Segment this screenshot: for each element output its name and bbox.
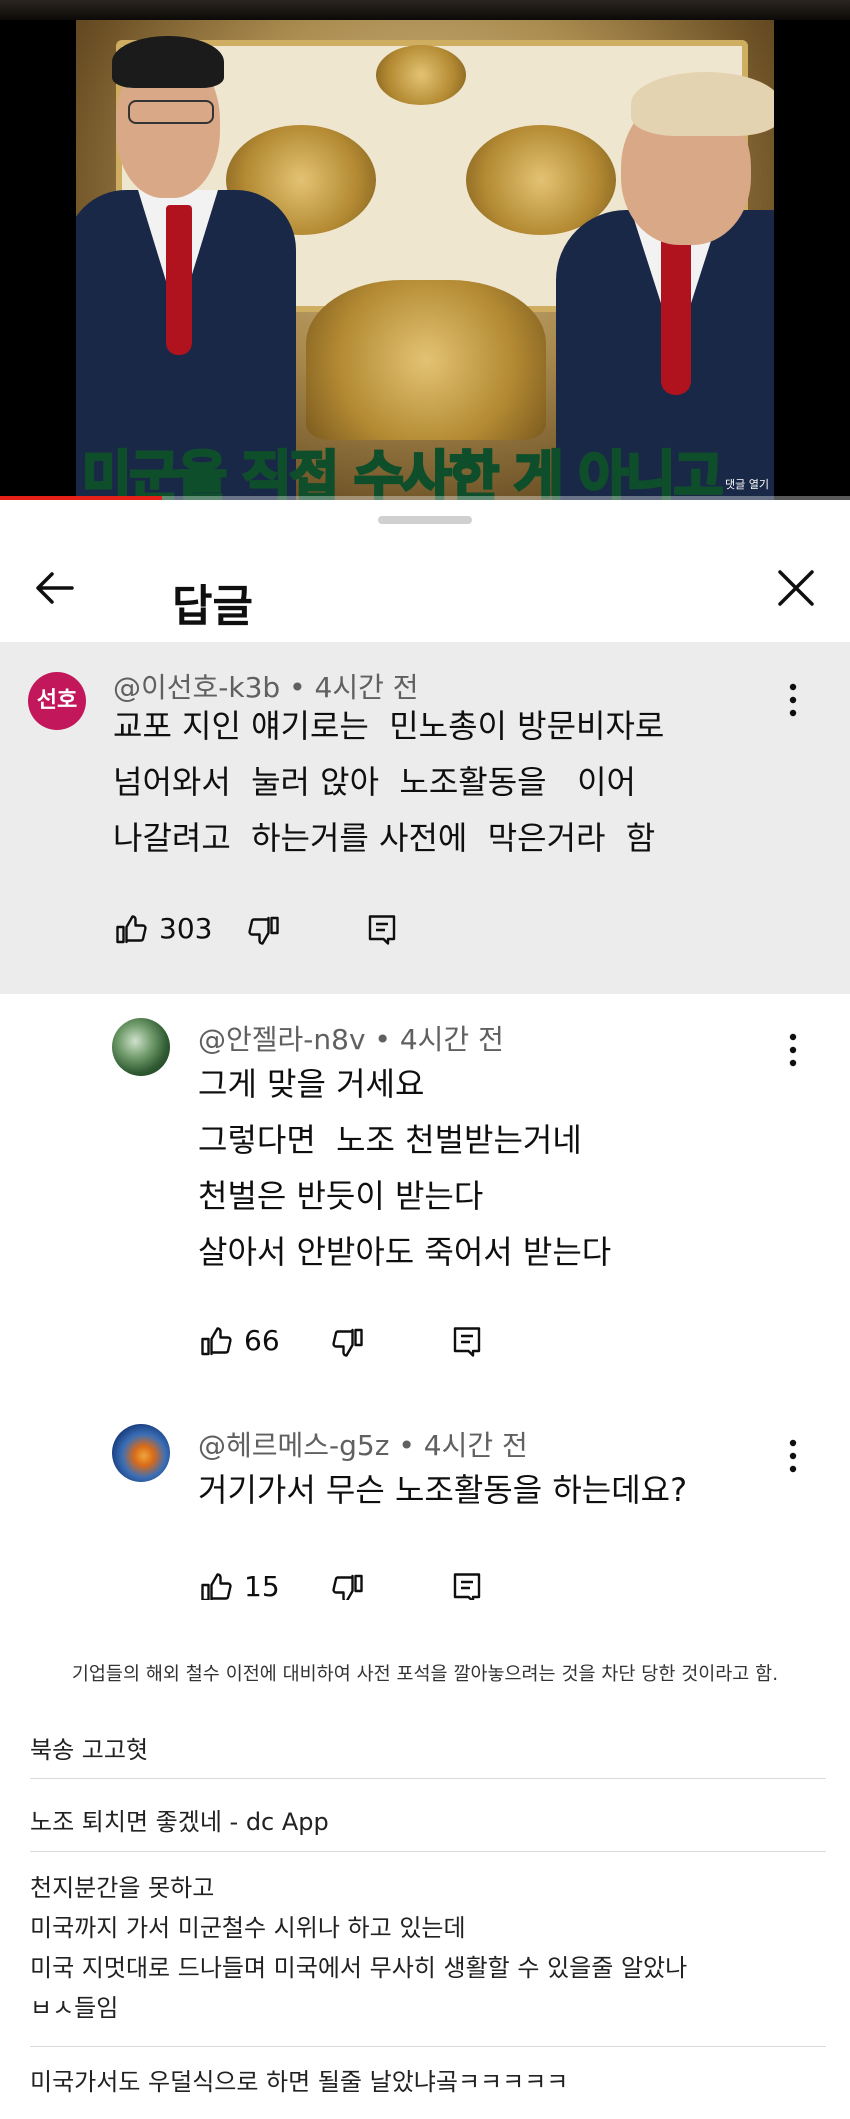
dc-comment-line: 천지분간을 못하고 — [30, 1874, 215, 1902]
left-person-hair — [112, 36, 224, 88]
dislike-button[interactable] — [246, 912, 282, 952]
reply-button[interactable] — [364, 912, 400, 952]
arrow-left-icon — [36, 572, 74, 604]
comment-author[interactable]: @헤르메스-g5z — [198, 1429, 389, 1462]
drag-handle[interactable] — [378, 516, 472, 524]
dc-comment-line: 노조 퇴치면 좋겠네 - dc App — [30, 1808, 329, 1836]
comment-meta: @헤르메스-g5z • 4시간 전 — [198, 1424, 528, 1464]
dc-comment-line: 미국까지 가서 미군철수 시위나 하고 있는데 — [30, 1914, 466, 1942]
comment-line: 살아서 안받아도 죽어서 받는다 — [198, 1233, 612, 1271]
comment-text: 거기가서 무슨 노조활동을 하는데요? — [198, 1462, 687, 1518]
right-person-tie — [661, 225, 691, 395]
reply-icon — [368, 915, 396, 945]
video-frame — [76, 20, 774, 500]
dislike-button[interactable] — [330, 1324, 366, 1364]
sheet-title: 답글 — [172, 581, 253, 632]
reply-icon — [453, 1573, 481, 1600]
reply-button[interactable] — [449, 1570, 485, 1600]
dc-comment-line: 미국가서도 우덜식으로 하면 될줄 날았냐곸ㅋㅋㅋㅋㅋ — [30, 2068, 569, 2096]
back-button[interactable] — [28, 560, 84, 616]
reply-icon — [453, 1327, 481, 1357]
like-count: 15 — [244, 1570, 280, 1600]
comment-time: 4시간 전 — [423, 1429, 528, 1462]
video-subtitle: 미군을 직접 수사한 게 아니고 — [81, 444, 725, 501]
reply-comment: @안젤라-n8v • 4시간 전 그게 맞을 거세요 그렇다면 노조 천벌받는거… — [0, 994, 850, 1400]
thumb-up-icon — [116, 915, 147, 944]
kebab-menu-icon — [789, 1033, 797, 1067]
comment-line: 나갈려고 하는거를 사전에 막은거라 함 — [113, 819, 656, 857]
more-options-button[interactable] — [778, 1028, 808, 1072]
reply-button[interactable] — [449, 1324, 485, 1364]
comment-text: 그게 맞을 거세요 그렇다면 노조 천벌받는거네 천벌은 반듯이 받는다 살아서… — [198, 1056, 611, 1280]
kebab-menu-icon — [789, 683, 797, 717]
comment-line: 그게 맞을 거세요 — [198, 1065, 425, 1103]
post-caption: 기업들의 해외 철수 이전에 대비하여 사전 포석을 깔아놓으려는 것을 차단 … — [71, 1664, 779, 1685]
meta-separator: • — [365, 1023, 400, 1056]
right-person-hair — [631, 72, 774, 136]
avatar[interactable] — [112, 1018, 170, 1076]
avatar[interactable] — [112, 1424, 170, 1482]
comment-line: 그렇다면 노조 천벌받는거네 — [198, 1121, 582, 1159]
list-item: 미국가서도 우덜식으로 하면 될줄 날았냐곸ㅋㅋㅋㅋㅋ — [30, 2062, 826, 2114]
left-person-tie — [166, 205, 192, 355]
thumb-up-icon — [201, 1573, 232, 1600]
glasses-icon — [128, 100, 214, 124]
comment-text: 교포 지인 얘기로는 민노총이 방문비자로 넘어와서 눌러 앉아 노조활동을 이… — [113, 698, 664, 866]
meta-separator: • — [389, 1429, 424, 1462]
dislike-button[interactable] — [330, 1570, 366, 1600]
replies-sheet: 답글 선호 @이선호-k3b • 4시간 전 교포 지인 얘기로는 민노총이 방… — [0, 500, 850, 1600]
more-options-button[interactable] — [778, 678, 808, 722]
list-item: 노조 퇴치면 좋겠네 - dc App — [30, 1788, 826, 1852]
comment-highlighted: 선호 @이선호-k3b • 4시간 전 교포 지인 얘기로는 민노총이 방문비자… — [0, 642, 850, 994]
kebab-menu-icon — [789, 1439, 797, 1473]
comment-line: 거기가서 무슨 노조활동을 하는데요? — [198, 1471, 688, 1509]
list-item: 천지분간을 못하고 미국까지 가서 미군철수 시위나 하고 있는데 미국 지멋대… — [30, 1868, 826, 2047]
list-item: 북송 고고혓 — [30, 1730, 826, 1779]
thumb-down-icon — [332, 1574, 363, 1600]
thumb-up-icon — [201, 1327, 232, 1356]
thumb-down-icon — [332, 1328, 363, 1357]
dc-comment-line: ㅂㅅ들임 — [30, 1994, 119, 2022]
like-count: 66 — [244, 1324, 280, 1357]
sheet-header: 답글 — [0, 524, 850, 643]
comment-meta: @안젤라-n8v • 4시간 전 — [198, 1018, 504, 1058]
dc-comment-section: 기업들의 해외 철수 이전에 대비하여 사전 포석을 깔아놓으려는 것을 차단 … — [0, 1600, 850, 2119]
dc-comment-line: 미국 지멋대로 드나들며 미국에서 무사히 생활할 수 있을줄 알았나 — [30, 1954, 688, 1982]
more-options-button[interactable] — [778, 1434, 808, 1478]
comment-line: 넘어와서 눌러 앉아 노조활동을 이어 — [113, 763, 636, 801]
video-top-strip — [0, 0, 850, 20]
close-icon — [778, 570, 814, 606]
avatar[interactable]: 선호 — [28, 672, 86, 730]
comment-time: 4시간 전 — [399, 1023, 504, 1056]
comment-line: 교포 지인 얘기로는 민노총이 방문비자로 — [113, 707, 665, 745]
reply-comment: @헤르메스-g5z • 4시간 전 거기가서 무슨 노조활동을 하는데요? 15 — [0, 1400, 850, 1600]
comment-author[interactable]: @안젤라-n8v — [198, 1023, 366, 1056]
like-count: 303 — [159, 912, 213, 945]
gold-ornament-top — [376, 45, 466, 105]
close-button[interactable] — [768, 560, 824, 616]
thumb-down-icon — [248, 916, 279, 945]
gold-clock — [306, 280, 546, 440]
dc-comment-line: 북송 고고혓 — [30, 1736, 149, 1764]
video-player[interactable]: 미군을 직접 수사한 게 아니고 댓글 열기 — [0, 0, 850, 500]
comment-line: 천벌은 반듯이 받는다 — [198, 1177, 484, 1215]
open-comments-label[interactable]: 댓글 열기 — [725, 476, 769, 492]
